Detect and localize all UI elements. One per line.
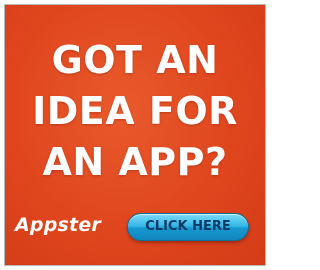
headline-line-3: AN APP? <box>42 140 228 184</box>
appster-logo: Appster <box>15 214 101 236</box>
headline-line-1: GOT AN <box>51 38 219 82</box>
headline-line-2: IDEA FOR <box>32 89 238 133</box>
click-here-button[interactable]: CLICK HERE <box>127 213 249 241</box>
ad-headline: GOT AN IDEA FOR AN APP? <box>5 35 265 188</box>
ad-banner[interactable]: GOT AN IDEA FOR AN APP? Appster CLICK HE… <box>4 4 266 266</box>
